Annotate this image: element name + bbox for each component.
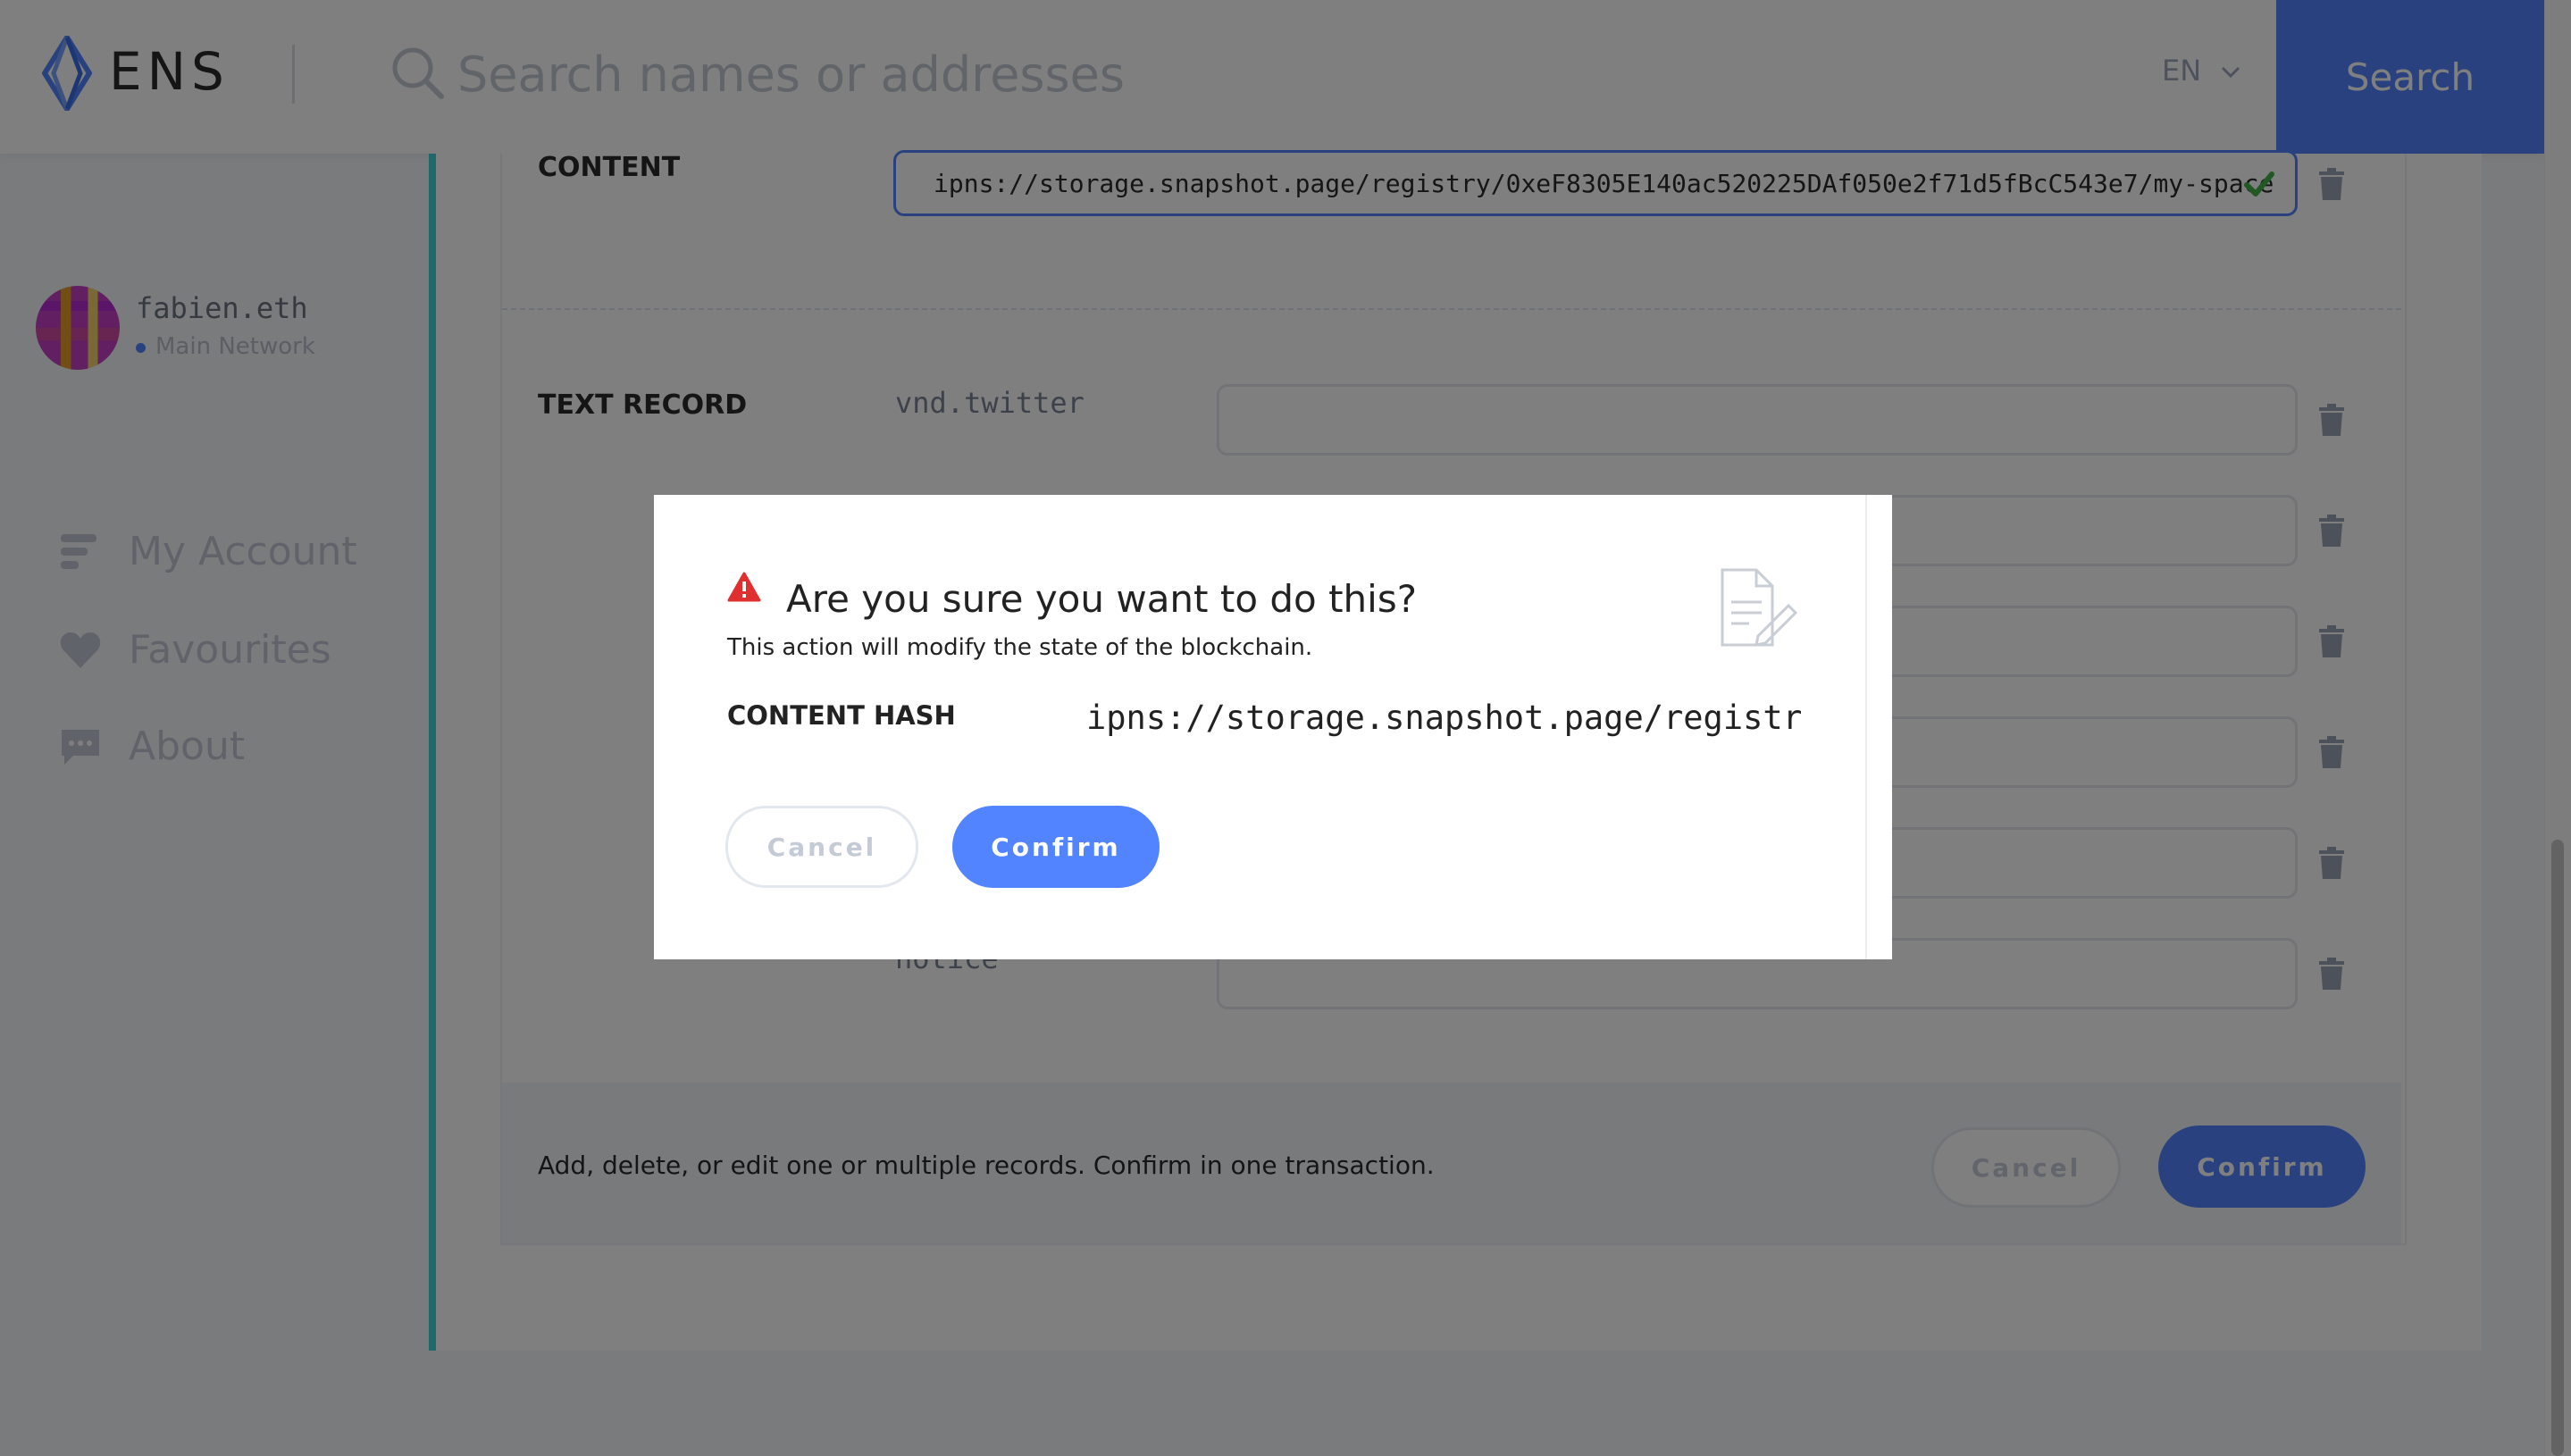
modal-title: Are you sure you want to do this? xyxy=(786,577,1418,621)
content-hash-value-wrap: ipns://storage.snapshot.page/registr xyxy=(1086,699,1801,741)
document-edit-icon xyxy=(1721,568,1797,647)
content-hash-label: CONTENT HASH xyxy=(727,700,956,731)
modal-confirm-button[interactable]: Confirm xyxy=(952,806,1160,888)
content-hash-value: ipns://storage.snapshot.page/registr xyxy=(1086,699,1801,737)
modal-subtitle: This action will modify the state of the… xyxy=(727,634,1313,661)
modal-cancel-button[interactable]: Cancel xyxy=(725,806,918,888)
confirm-modal: Are you sure you want to do this? This a… xyxy=(654,495,1892,959)
warning-icon xyxy=(727,572,761,602)
modal-scrollbar[interactable] xyxy=(1865,495,1892,959)
